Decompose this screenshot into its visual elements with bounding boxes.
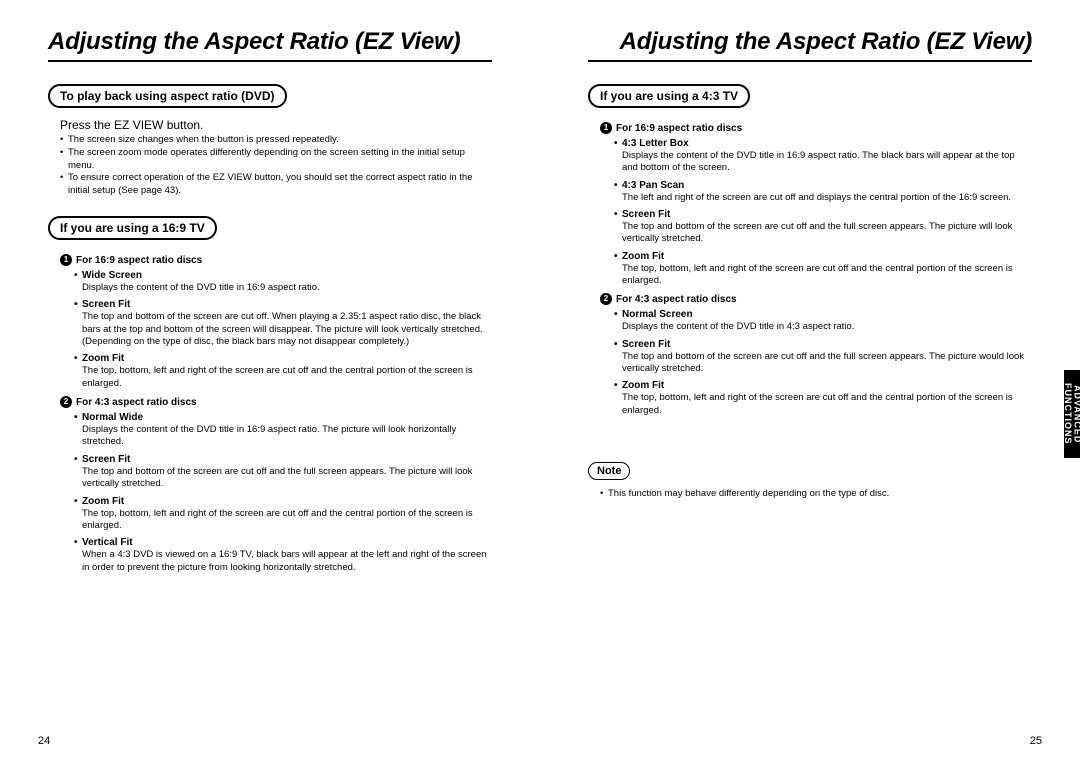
note-bullet: •This function may behave differently de… [600,488,1032,499]
mode-item: •Normal WideDisplays the content of the … [74,411,492,449]
intro-bullet: •The screen size changes when the button… [60,134,492,147]
circled-number-icon: 1 [60,254,72,266]
note-label: Note [588,462,630,480]
intro-bullets: •The screen size changes when the button… [60,134,492,198]
mode-item: •Zoom FitThe top, bottom, left and right… [74,352,492,390]
page-title-left: Adjusting the Aspect Ratio (EZ View) [48,28,492,56]
mode-item: •4:3 Letter BoxDisplays the content of t… [614,137,1032,175]
mode-item: •Wide ScreenDisplays the content of the … [74,269,492,294]
group-4-3-discs-r: 2 For 4:3 aspect ratio discs •Normal Scr… [600,293,1032,417]
group-head: 1 For 16:9 aspect ratio discs [60,254,492,267]
mode-item: •Screen FitThe top and bottom of the scr… [614,208,1032,246]
page-right: Adjusting the Aspect Ratio (EZ View) If … [540,0,1080,765]
mode-item: •Vertical FitWhen a 4:3 DVD is viewed on… [74,536,492,574]
intro-bullet: •To ensure correct operation of the EZ V… [60,172,492,198]
mode-item: •Screen FitThe top and bottom of the scr… [74,453,492,491]
group-16-9-discs-r: 1 For 16:9 aspect ratio discs •4:3 Lette… [600,122,1032,287]
intro-text: Press the EZ VIEW button. [60,118,492,132]
mode-item: •Zoom FitThe top, bottom, left and right… [74,495,492,533]
box-4-3-label: If you are using a 4:3 TV [588,84,750,108]
section-16-9: If you are using a 16:9 TV 1 For 16:9 as… [48,216,492,574]
box-playback-label: To play back using aspect ratio (DVD) [48,84,287,108]
box-16-9-label: If you are using a 16:9 TV [48,216,217,240]
mode-item: •4:3 Pan ScanThe left and right of the s… [614,179,1032,204]
side-tab-advanced-functions: ADVANCED FUNCTIONS [1064,370,1080,458]
circled-number-icon: 1 [600,122,612,134]
group-head: 2 For 4:3 aspect ratio discs [600,293,1032,306]
page-title-right: Adjusting the Aspect Ratio (EZ View) [588,28,1032,56]
title-rule [588,60,1032,62]
section-playback: To play back using aspect ratio (DVD) Pr… [48,84,492,198]
page-left: Adjusting the Aspect Ratio (EZ View) To … [0,0,540,765]
group-16-9-discs: 1 For 16:9 aspect ratio discs •Wide Scre… [60,254,492,390]
mode-item: •Screen FitThe top and bottom of the scr… [614,338,1032,376]
circled-number-icon: 2 [600,293,612,305]
group-4-3-discs: 2 For 4:3 aspect ratio discs •Normal Wid… [60,396,492,574]
page-number-left: 24 [38,735,50,747]
group-head: 1 For 16:9 aspect ratio discs [600,122,1032,135]
group-head: 2 For 4:3 aspect ratio discs [60,396,492,409]
mode-item: •Zoom FitThe top, bottom, left and right… [614,379,1032,417]
circled-number-icon: 2 [60,396,72,408]
section-note: Note •This function may behave different… [588,461,1032,499]
intro-bullet: •The screen zoom mode operates different… [60,147,492,173]
title-rule [48,60,492,62]
page-spread: Adjusting the Aspect Ratio (EZ View) To … [0,0,1080,765]
mode-item: •Screen FitThe top and bottom of the scr… [74,298,492,348]
section-4-3-tv: If you are using a 4:3 TV 1 For 16:9 asp… [588,84,1032,417]
mode-item: •Normal ScreenDisplays the content of th… [614,308,1032,333]
mode-item: •Zoom FitThe top, bottom, left and right… [614,250,1032,288]
page-number-right: 25 [1030,735,1042,747]
